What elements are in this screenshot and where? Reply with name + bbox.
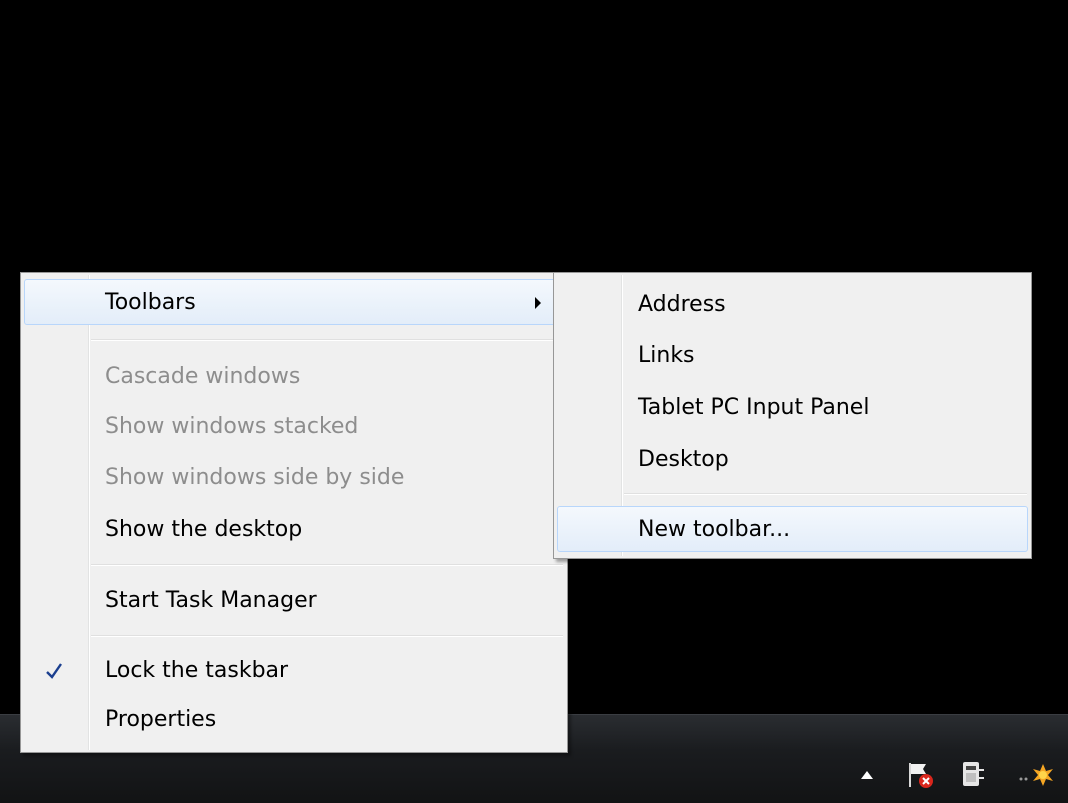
menu-item-cascade-windows[interactable]: Cascade windows	[24, 353, 564, 399]
menu-item-label: Start Task Manager	[105, 588, 317, 613]
menu-item-label: Show windows side by side	[105, 465, 405, 490]
checkmark-icon	[39, 648, 69, 694]
menu-separator	[91, 635, 563, 637]
submenu-item-desktop[interactable]: Desktop	[557, 436, 1028, 482]
menu-item-label: Lock the taskbar	[105, 658, 289, 683]
submenu-item-address[interactable]: Address	[557, 281, 1028, 327]
submenu-item-new-toolbar[interactable]: New toolbar...	[557, 506, 1028, 552]
desktop[interactable]: Toolbars Cascade windows Show windows st…	[0, 0, 1068, 803]
submenu-item-links[interactable]: Links	[557, 332, 1028, 378]
menu-item-label: Cascade windows	[105, 364, 301, 389]
menu-item-show-the-desktop[interactable]: Show the desktop	[24, 506, 564, 552]
menu-item-start-task-manager[interactable]: Start Task Manager	[24, 577, 564, 623]
menu-item-label: Toolbars	[105, 290, 196, 315]
power-plug-icon[interactable]	[955, 755, 989, 795]
toolbars-submenu: Address Links Tablet PC Input Panel Desk…	[553, 272, 1032, 559]
taskbar-context-menu: Toolbars Cascade windows Show windows st…	[20, 272, 568, 753]
menu-item-show-windows-side-by-side[interactable]: Show windows side by side	[24, 454, 564, 500]
action-center-flag-icon[interactable]	[902, 755, 938, 795]
menu-item-label: Show the desktop	[105, 517, 303, 542]
submenu-item-tablet-pc-input-panel[interactable]: Tablet PC Input Panel	[557, 384, 1028, 430]
menu-item-label: Tablet PC Input Panel	[638, 395, 870, 420]
menu-item-label: New toolbar...	[638, 517, 791, 542]
menu-separator	[624, 493, 1027, 495]
menu-separator	[91, 339, 563, 341]
menu-item-toolbars[interactable]: Toolbars	[24, 279, 564, 325]
show-hidden-icons-arrow-icon[interactable]	[852, 755, 882, 795]
menu-item-label: Links	[638, 343, 695, 368]
menu-item-label: Show windows stacked	[105, 414, 359, 439]
network-icon[interactable]	[1015, 755, 1059, 795]
menu-item-show-windows-stacked[interactable]: Show windows stacked	[24, 403, 564, 449]
menu-item-label: Address	[638, 292, 726, 317]
menu-item-label: Properties	[105, 707, 217, 732]
menu-item-lock-the-taskbar[interactable]: Lock the taskbar	[24, 647, 564, 693]
submenu-arrow-icon	[535, 297, 541, 309]
menu-item-properties[interactable]: Properties	[24, 696, 564, 742]
menu-item-label: Desktop	[638, 447, 729, 472]
menu-separator	[91, 564, 563, 566]
